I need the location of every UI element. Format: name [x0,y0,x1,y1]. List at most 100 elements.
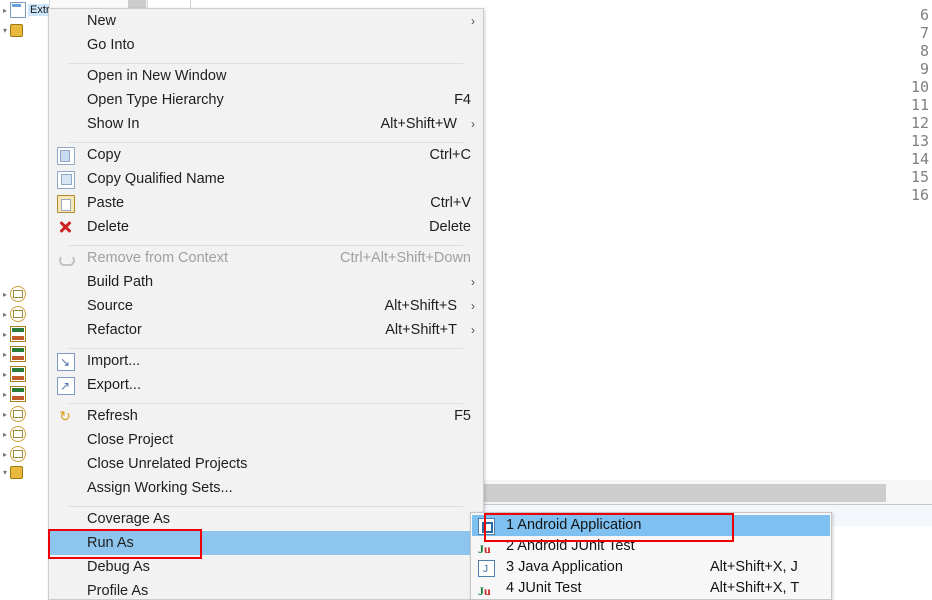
menu-item-profile-as[interactable]: Profile As› [49,579,483,599]
copy-icon [57,147,75,165]
menu-item-copy-qualified-name[interactable]: Copy Qualified Name [49,167,483,191]
menu-item-label: Debug As [87,559,150,575]
menu-item-copy[interactable]: Copy Ctrl+C [49,143,483,167]
menu-item-open-type-hierarchy[interactable]: Open Type Hierarchy F4 [49,88,483,112]
menu-item-shortcut: F5 [454,408,471,424]
tree-expander-icon[interactable]: ▸ [0,390,10,399]
tree-expander-icon[interactable]: ▸ [0,330,10,339]
submenu-item-2-android-junit-test[interactable]: Ju 2 Android JUnit Test [472,536,830,557]
package-icon [10,346,26,362]
explorer-row[interactable]: ▾ [0,24,25,41]
line-number: 15 [910,168,929,186]
menu-item-paste[interactable]: Paste Ctrl+V [49,191,483,215]
menu-item-label: New [87,13,117,29]
java-app-icon [478,559,495,580]
menu-item-assign-working-sets[interactable]: Assign Working Sets... [49,476,483,500]
menu-item-delete[interactable]: Delete Delete [49,215,483,239]
menu-item-label: Build Path [87,274,154,290]
menu-item-label: Assign Working Sets... [87,480,233,496]
menu-item-new[interactable]: New › [49,9,483,33]
menu-item-import[interactable]: Import... [49,349,483,374]
tree-expander-icon[interactable]: ▸ [0,6,10,15]
menu-item-close-unrelated-projects[interactable]: Close Unrelated Projects [49,452,483,476]
menu-item-remove-from-context[interactable]: Remove from Context Ctrl+Alt+Shift+Down [49,246,483,270]
line-number: 16 [910,186,929,204]
line-number: 7 [919,24,929,42]
tree-expander-icon[interactable]: ▸ [0,310,10,319]
tree-expander-icon[interactable]: ▸ [0,370,10,379]
warning-icon [10,24,23,37]
menu-item-open-in-new-window[interactable]: Open in New Window [49,64,483,88]
menu-item-label: Paste [87,195,125,211]
menu-item-label: Refactor [87,322,142,338]
menu-item-label: Delete [87,219,129,235]
explorer-row[interactable]: ▸ [0,286,28,303]
submenu-item-3-java-application[interactable]: 3 Java Application Alt+Shift+X, J [472,557,830,580]
line-number: 12 [910,114,929,132]
source-folder-icon [10,306,26,322]
explorer-row[interactable]: ▾ [0,466,25,483]
project-explorer[interactable]: ▸ Extracalm ▾ ▸ ▸ ▸ ▸ ▸ ▸ ▸ ▸ ▸ ▾ [0,0,50,598]
tree-expander-icon[interactable]: ▾ [0,468,10,477]
menu-item-shortcut: F4 [454,92,471,108]
explorer-row[interactable]: ▸ [0,406,28,423]
submenu-arrow-icon: › [471,117,475,131]
tree-expander-icon[interactable]: ▸ [0,450,10,459]
menu-item-go-into[interactable]: Go Into [49,33,483,57]
explorer-row[interactable]: ▸ [0,346,28,363]
junit-icon: Ju [478,584,491,598]
line-number: 8 [919,42,929,60]
tree-expander-icon[interactable]: ▸ [0,410,10,419]
menu-item-run-as[interactable]: Run As› [49,531,483,555]
submenu-item-shortcut: Alt+Shift+X, J [710,559,798,575]
explorer-row[interactable]: ▸ [0,386,28,403]
menu-item-export[interactable]: Export... [49,373,483,398]
explorer-row[interactable]: ▸ [0,366,28,383]
menu-item-shortcut: Ctrl+Alt+Shift+Down [340,250,471,266]
explorer-row[interactable]: ▸ [0,326,28,343]
line-number: 6 [919,6,929,24]
menu-item-coverage-as[interactable]: Coverage As› [49,507,483,531]
warning-folder-icon [10,466,23,479]
menu-item-source[interactable]: Source Alt+Shift+S › [49,294,483,318]
source-folder-icon [10,426,26,442]
menu-item-label: Copy [87,147,121,163]
menu-item-label: Source [87,298,133,314]
menu-item-refactor[interactable]: Refactor Alt+Shift+T › [49,318,483,342]
explorer-row[interactable]: ▸ Extracalm [0,2,50,19]
menu-item-debug-as[interactable]: Debug As› [49,555,483,579]
run-as-submenu[interactable]: 1 Android Application Ju 2 Android JUnit T… [470,512,832,600]
menu-item-shortcut: Delete [429,219,471,235]
explorer-row[interactable]: ▸ [0,446,28,463]
menu-item-show-in[interactable]: Show In Alt+Shift+W › [49,112,483,136]
tree-expander-icon[interactable]: ▸ [0,290,10,299]
menu-item-label: Run As [87,535,134,551]
menu-item-shortcut: Alt+Shift+T [385,322,457,338]
refresh-icon: ↻ [59,408,71,424]
tree-expander-icon[interactable]: ▸ [0,430,10,439]
source-folder-icon [10,406,26,422]
explorer-row[interactable]: ▸ [0,306,28,323]
tree-expander-icon[interactable]: ▸ [0,350,10,359]
submenu-item-4-junit-test[interactable]: Ju 4 JUnit Test Alt+Shift+X, T [472,578,830,599]
menu-item-refresh[interactable]: ↻ Refresh F5 [49,404,483,428]
line-number: 10 [910,78,929,96]
menu-item-build-path[interactable]: Build Path › [49,270,483,294]
menu-item-label: Open Type Hierarchy [87,92,224,108]
submenu-item-label: 4 JUnit Test [506,580,582,596]
context-menu[interactable]: New › Go Into Open in New Window Open Type H… [48,8,484,600]
menu-item-label: Profile As [87,583,149,599]
menu-item-label: Close Unrelated Projects [87,456,248,472]
menu-item-label: Remove from Context [87,250,229,266]
explorer-project-name[interactable]: Extracalm [28,3,50,16]
menu-item-label: Close Project [87,432,174,448]
menu-item-close-project[interactable]: Close Project [49,428,483,452]
menu-item-label: Go Into [87,37,135,53]
tree-expander-icon[interactable]: ▾ [0,26,10,35]
menu-item-shortcut: Alt+Shift+S [384,298,457,314]
submenu-item-1-android-application[interactable]: 1 Android Application [472,515,830,536]
explorer-row[interactable]: ▸ [0,426,28,443]
submenu-item-shortcut: Alt+Shift+X, T [710,580,800,596]
package-icon [10,366,26,382]
android-app-icon [478,518,495,535]
